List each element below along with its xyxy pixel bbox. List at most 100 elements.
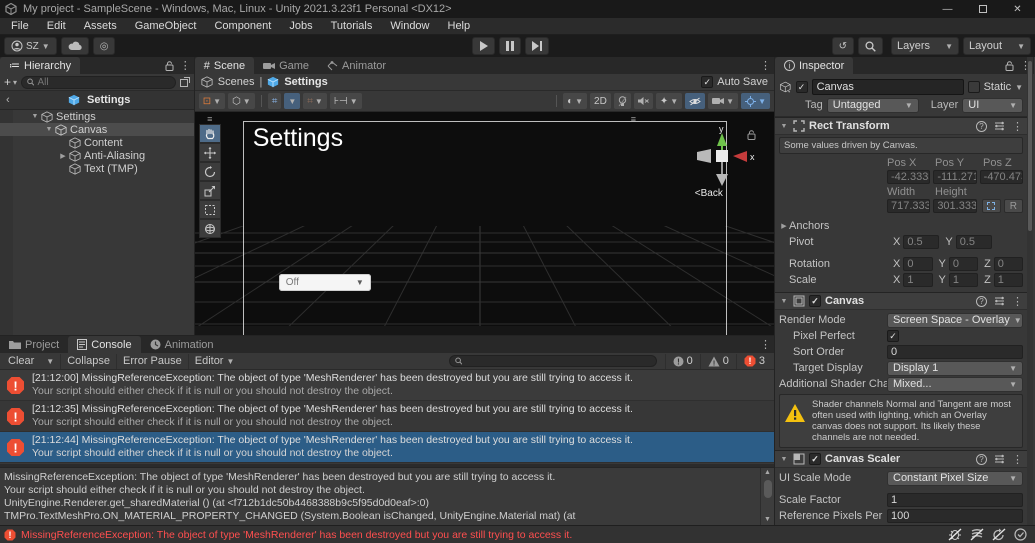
log-entry[interactable]: ! [21:12:00] MissingReferenceException: … — [0, 370, 774, 401]
layer-dropdown[interactable]: UI ▼ — [962, 97, 1023, 113]
tab-game[interactable]: Game — [254, 57, 318, 74]
console-detail-pane[interactable]: MissingReferenceException: The object of… — [0, 468, 774, 525]
scene-viewport[interactable]: Settings <Back Off ▼ ≡ ≡ y x — [194, 112, 774, 335]
component-enabled-checkbox[interactable]: ✓ — [809, 453, 821, 465]
width-field[interactable]: 717.3333 — [887, 199, 931, 213]
console-search-input[interactable] — [465, 355, 651, 367]
auto-refresh-disabled-icon[interactable] — [992, 528, 1006, 541]
console-search[interactable] — [448, 355, 657, 367]
rotate-tool-button[interactable] — [198, 162, 221, 181]
collab-target-button[interactable]: ◎ — [92, 37, 116, 55]
rect-transform-header[interactable]: ▼ Rect Transform ? ⋮ — [775, 117, 1027, 135]
clear-dropdown-button[interactable]: ▼ — [40, 353, 62, 369]
pop-out-icon[interactable] — [179, 77, 190, 87]
effects-dropdown-button[interactable]: ✦ ▼ — [655, 93, 683, 109]
presets-icon[interactable] — [994, 121, 1005, 131]
presets-icon[interactable] — [994, 454, 1005, 464]
collapse-button[interactable]: Collapse — [61, 353, 118, 369]
tree-item-text-tmp[interactable]: Text (TMP) — [0, 162, 194, 175]
minimize-button[interactable]: — — [930, 0, 965, 18]
log-entry-selected[interactable]: ! [21:12:44] MissingReferenceException: … — [0, 432, 774, 463]
close-button[interactable]: ✕ — [1000, 0, 1035, 18]
foldout-icon[interactable]: ▼ — [779, 456, 789, 463]
snap-settings-button[interactable]: ⊦⊣ ▼ — [329, 93, 362, 109]
expander-icon[interactable]: ▶ — [58, 152, 68, 160]
maximize-button[interactable] — [965, 0, 1000, 18]
tab-project[interactable]: Project — [0, 336, 68, 353]
scale-tool-button[interactable] — [198, 181, 221, 200]
debugger-disabled-icon[interactable] — [948, 528, 962, 541]
game-ui-dropdown[interactable]: Off ▼ — [278, 274, 371, 291]
drag-handle-icon[interactable]: ≡ — [631, 114, 636, 124]
raw-edit-button[interactable]: R — [1003, 199, 1023, 213]
gizmos-button[interactable]: ▼ — [741, 93, 770, 109]
error-pause-button[interactable]: Error Pause — [117, 353, 189, 369]
menu-jobs[interactable]: Jobs — [280, 18, 321, 34]
tree-item-canvas[interactable]: ▼ Canvas — [0, 123, 194, 136]
kebab-menu-icon[interactable]: ⋮ — [1012, 453, 1023, 466]
shader-channels-dropdown[interactable]: Mixed... ▼ — [887, 376, 1023, 392]
log-entry[interactable]: ! [21:12:35] MissingReferenceException: … — [0, 401, 774, 432]
camera-settings-button[interactable]: ▼ — [708, 93, 739, 109]
cloud-button[interactable] — [60, 37, 89, 55]
tab-scene[interactable]: # Scene — [194, 57, 255, 74]
rect-tool-button[interactable] — [198, 200, 221, 219]
canvas-component-header[interactable]: ▼ ✓ Canvas ? ⋮ — [775, 292, 1027, 310]
help-icon[interactable]: ? — [976, 120, 987, 132]
kebab-menu-icon[interactable]: ⋮ — [1012, 295, 1023, 308]
auto-save-checkbox[interactable]: ✓ — [701, 76, 714, 88]
tab-hierarchy[interactable]: ≔ Hierarchy — [0, 57, 81, 74]
reference-pixels-field[interactable]: 100 — [887, 509, 1023, 523]
gameobject-name-field[interactable] — [811, 79, 964, 95]
static-checkbox[interactable] — [967, 81, 980, 93]
rotation-z-field[interactable]: 0 — [993, 257, 1023, 271]
tab-animator[interactable]: Animator — [318, 57, 395, 74]
help-icon[interactable]: ? — [976, 295, 987, 307]
kebab-menu-icon[interactable]: ⋮ — [180, 59, 191, 72]
search-everything-button[interactable] — [858, 37, 883, 55]
menu-edit[interactable]: Edit — [38, 18, 75, 34]
component-enabled-checkbox[interactable]: ✓ — [809, 295, 821, 307]
inspector-scrollbar[interactable] — [1027, 57, 1033, 525]
grid-snapping-dropdown[interactable]: ▼ — [284, 93, 301, 109]
lighting-toggle-button[interactable] — [613, 93, 631, 109]
account-button[interactable]: SZ ▼ — [4, 37, 57, 55]
tab-console[interactable]: Console — [68, 336, 141, 353]
target-display-dropdown[interactable]: Display 1 ▼ — [887, 360, 1023, 376]
foldout-icon[interactable]: ▼ — [779, 298, 789, 305]
pos-y-field[interactable]: -111.2713 — [933, 170, 977, 184]
expander-icon[interactable]: ▼ — [30, 113, 40, 120]
ui-scale-mode-dropdown[interactable]: Constant Pixel Size ▼ — [887, 470, 1023, 486]
foldout-icon[interactable]: ▼ — [779, 123, 789, 130]
play-button[interactable] — [472, 37, 495, 55]
tab-inspector[interactable]: i Inspector — [775, 57, 854, 74]
menu-file[interactable]: File — [2, 18, 38, 34]
menu-help[interactable]: Help — [439, 18, 480, 34]
scale-factor-field[interactable]: 1 — [887, 493, 1023, 507]
lock-icon[interactable] — [165, 60, 174, 71]
rotation-x-field[interactable]: 0 — [903, 257, 933, 271]
active-checkbox[interactable]: ✓ — [795, 81, 808, 93]
pos-x-field[interactable]: -42.3333 — [887, 170, 931, 184]
error-count[interactable]: ! 3 — [735, 353, 772, 369]
hierarchy-search[interactable] — [21, 75, 176, 89]
tool-handle-rotation-button[interactable]: ⬡ ▼ — [228, 93, 255, 109]
tab-animation[interactable]: Animation — [141, 336, 223, 353]
sort-order-field[interactable]: 0 — [887, 345, 1023, 359]
menu-tutorials[interactable]: Tutorials — [322, 18, 382, 34]
increment-snap-button[interactable]: ⌗ ▼ — [303, 93, 327, 109]
tool-handle-position-button[interactable]: ⊡ ▼ — [198, 93, 226, 109]
create-button[interactable]: + ▾ — [4, 75, 17, 89]
move-tool-button[interactable] — [198, 143, 221, 162]
pixel-perfect-checkbox[interactable]: ✓ — [887, 330, 899, 342]
anchors-label[interactable]: Anchors — [789, 220, 897, 232]
audio-toggle-button[interactable] — [633, 93, 653, 109]
kebab-menu-icon[interactable]: ⋮ — [760, 59, 771, 72]
menu-assets[interactable]: Assets — [75, 18, 126, 34]
canvas-scaler-header[interactable]: ▼ ✓ Canvas Scaler ? ⋮ — [775, 450, 1027, 468]
status-bar[interactable]: ! MissingReferenceException: The object … — [0, 525, 1035, 543]
scroll-down-icon[interactable]: ▼ — [764, 515, 771, 525]
foldout-icon[interactable]: ▶ — [779, 222, 789, 230]
tree-item-anti-aliasing[interactable]: ▶ Anti-Aliasing — [0, 149, 194, 162]
scroll-up-icon[interactable]: ▲ — [764, 468, 771, 478]
